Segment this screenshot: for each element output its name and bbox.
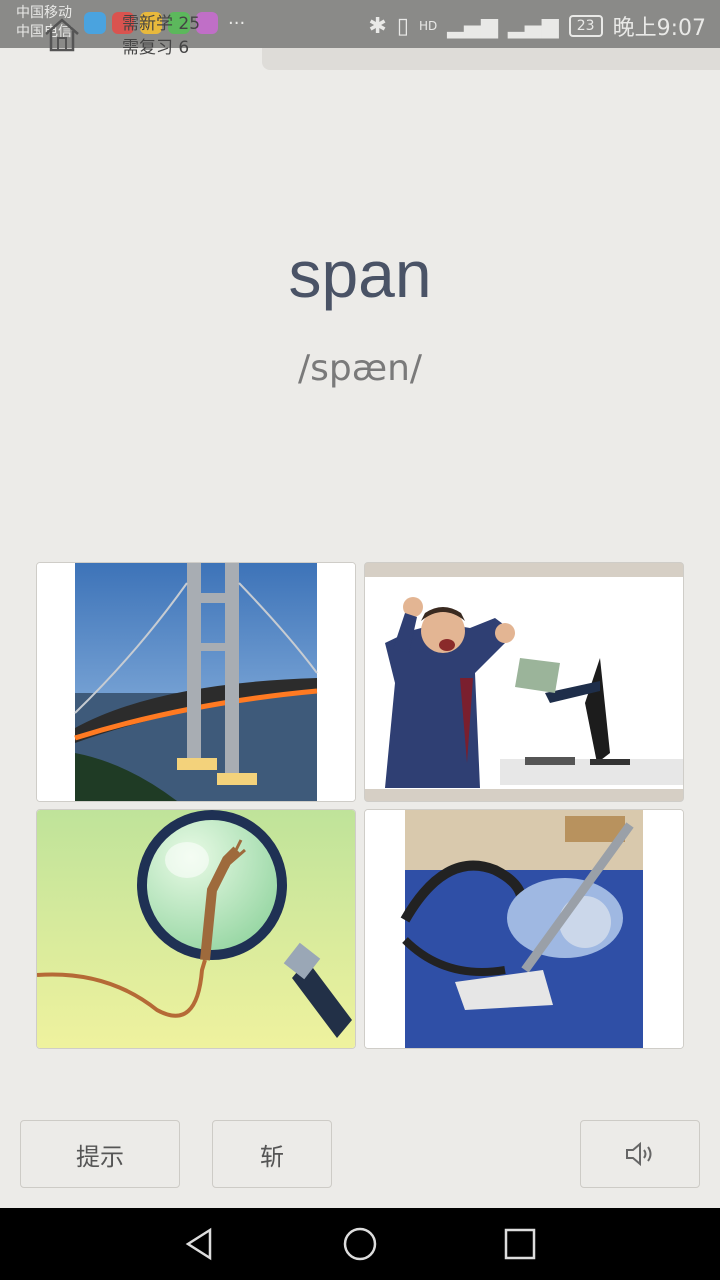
choice-vacuum-cleaner[interactable] bbox=[364, 809, 684, 1049]
choice-magnifier-rope[interactable] bbox=[36, 809, 356, 1049]
choice-bridge[interactable] bbox=[36, 562, 356, 802]
bluetooth-icon: ✱ bbox=[368, 13, 387, 39]
home-nav-icon[interactable] bbox=[340, 1224, 380, 1264]
review-count: 需复习 6 bbox=[122, 38, 190, 58]
choice-money-computer[interactable] bbox=[364, 562, 684, 802]
bridge-image bbox=[37, 563, 355, 801]
vibrate-icon: ▯ bbox=[396, 13, 409, 39]
battery-indicator: 23 bbox=[568, 15, 603, 37]
home-icon[interactable] bbox=[42, 14, 82, 54]
phonetic-text: /spæn/ bbox=[297, 348, 423, 389]
money-from-computer-image bbox=[365, 563, 683, 801]
clock: 晚上9:07 bbox=[612, 16, 706, 41]
navigation-bar bbox=[0, 1208, 720, 1280]
system-status: ✱ ▯ HD ▂▄▆ ▂▄▆ 23 晚上9:07 bbox=[368, 10, 706, 42]
sound-button[interactable] bbox=[580, 1120, 700, 1188]
kill-word-button[interactable]: 斩 bbox=[212, 1120, 332, 1188]
progress-counts: 需新学 25 需复习 6 bbox=[122, 12, 200, 60]
back-icon[interactable] bbox=[180, 1224, 220, 1264]
magnifying-glass-rope-image bbox=[37, 810, 355, 1048]
header-panel bbox=[262, 48, 720, 70]
hint-button[interactable]: 提示 bbox=[20, 1120, 180, 1188]
new-learn-count: 需新学 25 bbox=[122, 14, 201, 34]
speaker-icon bbox=[626, 1141, 652, 1167]
hd-icon: HD bbox=[418, 19, 438, 33]
signal-4g-icon: ▂▄▆ bbox=[447, 13, 498, 39]
recents-icon[interactable] bbox=[500, 1224, 540, 1264]
word-text: span bbox=[288, 237, 432, 311]
vacuum-cleaner-image bbox=[365, 810, 683, 1048]
signal-2g-icon: ▂▄▆ bbox=[508, 13, 559, 39]
app-header: 需新学 25 需复习 6 bbox=[0, 0, 262, 70]
